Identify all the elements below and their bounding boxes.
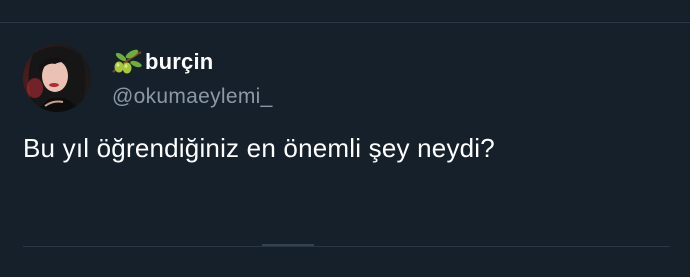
olive-branch-icon (110, 48, 144, 76)
author-display-name[interactable]: burçin (145, 49, 213, 75)
avatar[interactable] (23, 44, 91, 112)
author-name-row[interactable]: burçin (110, 47, 213, 77)
bottom-divider (23, 246, 670, 247)
author-handle[interactable]: @okumaeylemi_ (112, 85, 273, 109)
tweet-card[interactable]: burçin @okumaeylemi_ Bu yıl öğrendiğiniz… (0, 23, 690, 247)
tweet-text: Bu yıl öğrendiğiniz en önemli şey neydi? (23, 133, 495, 163)
action-bar-hint (262, 244, 314, 246)
